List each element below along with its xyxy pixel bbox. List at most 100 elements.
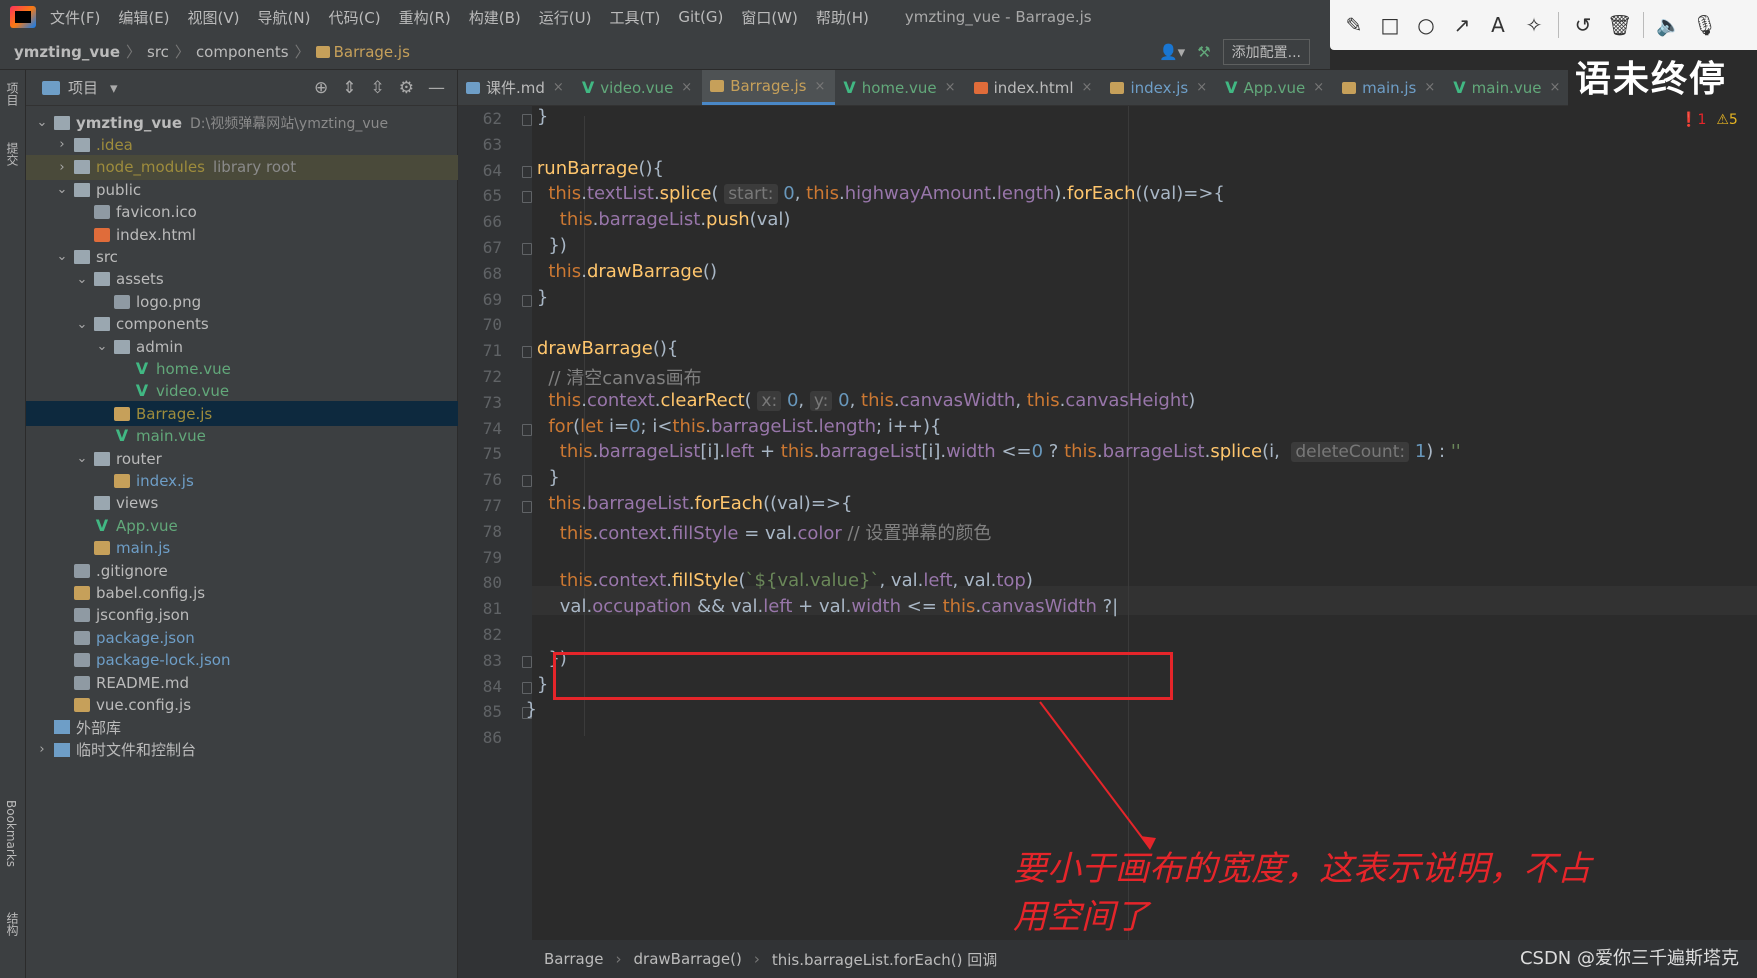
line-number[interactable]: 84 [458, 677, 502, 696]
tool-window-project[interactable]: 项目 [4, 82, 21, 106]
pencil-icon[interactable]: ✎ [1342, 13, 1366, 37]
editor-tab[interactable]: main.js × [1334, 70, 1445, 105]
tree-item[interactable]: ⌄ ymzting_vue D:\视频弹幕网站\ymzting_vue [26, 110, 458, 135]
code-line[interactable]: } [514, 699, 536, 720]
line-number[interactable]: 73 [458, 393, 502, 412]
locate-icon[interactable]: ⊕ [314, 78, 328, 98]
line-number[interactable]: 80 [458, 573, 502, 592]
tree-item[interactable]: ⌄ public [26, 177, 458, 202]
tool-window-commit[interactable]: 提交 [4, 142, 21, 166]
tree-item[interactable]: index.js [26, 468, 458, 493]
line-number[interactable]: 76 [458, 470, 502, 489]
expand-arrow-icon[interactable]: › [34, 742, 50, 757]
footer-crumb-class[interactable]: Barrage [544, 950, 604, 968]
editor-tab[interactable]: V App.vue × [1217, 70, 1334, 105]
menu-navigate[interactable]: 导航(N) [258, 7, 311, 28]
tree-item[interactable]: babel.config.js [26, 580, 458, 605]
code-line[interactable]: runBarrage(){ [514, 158, 664, 179]
tree-item[interactable]: views [26, 491, 458, 516]
menu-file[interactable]: 文件(F) [50, 7, 100, 28]
expand-arrow-icon[interactable]: ⌄ [74, 317, 90, 332]
close-icon[interactable]: × [1424, 80, 1435, 95]
tree-item[interactable]: Vmain.vue [26, 424, 458, 449]
editor-tab[interactable]: 课件.md × [458, 70, 574, 105]
magic-wand-icon[interactable]: ✧ [1522, 13, 1546, 37]
code-line[interactable]: val.occupation && val.left + val.width <… [514, 596, 1118, 617]
speaker-icon[interactable]: 🔈 [1656, 13, 1681, 37]
circle-icon[interactable]: ○ [1414, 13, 1438, 37]
close-icon[interactable]: × [1550, 80, 1561, 95]
expand-arrow-icon[interactable]: › [54, 160, 70, 175]
footer-crumb-method[interactable]: drawBarrage() [634, 950, 742, 968]
code-line[interactable]: drawBarrage(){ [514, 338, 678, 359]
tree-item[interactable]: index.html [26, 222, 458, 247]
line-number[interactable]: 70 [458, 315, 502, 334]
breadcrumb-file[interactable]: Barrage.js [315, 43, 410, 61]
add-configuration-button[interactable]: 添加配置... [1222, 38, 1310, 65]
tree-item[interactable]: ⌄ router [26, 446, 458, 471]
tree-item[interactable]: ⌄ components [26, 312, 458, 337]
menu-git[interactable]: Git(G) [678, 8, 723, 26]
tree-item[interactable]: package.json [26, 625, 458, 650]
tree-item[interactable]: logo.png [26, 289, 458, 314]
menu-window[interactable]: 窗口(W) [741, 7, 798, 28]
menu-help[interactable]: 帮助(H) [816, 7, 869, 28]
expand-arrow-icon[interactable]: ⌄ [74, 272, 90, 287]
breadcrumb-project[interactable]: ymzting_vue [14, 43, 120, 61]
code-line[interactable]: this.barrageList.forEach((val)=>{ [514, 493, 852, 514]
code-line[interactable]: } [514, 674, 548, 695]
code-line[interactable]: this.drawBarrage() [514, 261, 717, 282]
line-number[interactable]: 71 [458, 341, 502, 360]
expand-arrow-icon[interactable]: ⌄ [54, 182, 70, 197]
tree-item[interactable]: README.md [26, 670, 458, 695]
tree-item[interactable]: › 临时文件和控制台 [26, 737, 458, 762]
line-number[interactable]: 75 [458, 444, 502, 463]
expand-arrow-icon[interactable]: ⌄ [34, 115, 50, 130]
inspection-widget[interactable]: ❗1 ⚠5 [1680, 112, 1738, 128]
tree-item[interactable]: package-lock.json [26, 648, 458, 673]
close-icon[interactable]: × [1082, 80, 1093, 95]
line-number[interactable]: 62 [458, 109, 502, 128]
gear-icon[interactable]: ⚙ [399, 78, 414, 98]
close-icon[interactable]: × [681, 80, 692, 95]
chevron-down-icon[interactable]: ▾ [110, 79, 118, 97]
menu-refactor[interactable]: 重构(R) [399, 7, 451, 28]
trash-icon[interactable]: 🗑 [1607, 13, 1632, 37]
expand-arrow-icon[interactable]: › [54, 137, 70, 152]
tree-item[interactable]: ⌄ admin [26, 334, 458, 359]
tree-item[interactable]: V App.vue [26, 513, 458, 538]
code-line[interactable]: } [514, 467, 559, 488]
code-line[interactable]: this.textList.splice( start: 0, this.hig… [514, 183, 1225, 205]
rectangle-icon[interactable]: □ [1378, 13, 1402, 37]
code-line[interactable]: this.barrageList.push(val) [514, 209, 791, 230]
line-number[interactable]: 74 [458, 419, 502, 438]
tree-item[interactable]: Barrage.js [26, 401, 458, 427]
menu-code[interactable]: 代码(C) [328, 7, 380, 28]
line-number[interactable]: 81 [458, 599, 502, 618]
tree-item[interactable]: 外部库 [26, 715, 458, 740]
editor-tab[interactable]: Vhome.vue × [835, 70, 965, 105]
user-icon[interactable]: 👤▾ [1159, 43, 1185, 61]
undo-icon[interactable]: ↺ [1571, 13, 1595, 37]
menu-tools[interactable]: 工具(T) [609, 7, 660, 28]
build-hammer-icon[interactable]: ⚒ [1197, 43, 1210, 61]
line-number[interactable]: 77 [458, 496, 502, 515]
line-number[interactable]: 82 [458, 625, 502, 644]
tree-item[interactable]: › node_modules library root [26, 154, 458, 180]
line-number[interactable]: 72 [458, 367, 502, 386]
expand-arrow-icon[interactable]: ⌄ [94, 339, 110, 354]
close-icon[interactable]: × [1196, 80, 1207, 95]
editor-tab[interactable]: index.js × [1102, 70, 1217, 105]
line-number[interactable]: 79 [458, 548, 502, 567]
line-number[interactable]: 78 [458, 522, 502, 541]
tool-window-bookmarks[interactable]: Bookmarks [4, 800, 18, 867]
code-line[interactable]: } [514, 106, 548, 127]
line-number[interactable]: 64 [458, 161, 502, 180]
tree-item[interactable]: Vhome.vue [26, 356, 458, 381]
code-line[interactable]: for(let i=0; i<this.barrageList.length; … [514, 416, 941, 437]
editor-tab[interactable]: Vvideo.vue × [574, 70, 702, 105]
tree-item[interactable]: jsconfig.json [26, 603, 458, 628]
text-icon[interactable]: A [1486, 13, 1510, 37]
close-icon[interactable]: × [1313, 80, 1324, 95]
line-number[interactable]: 68 [458, 264, 502, 283]
